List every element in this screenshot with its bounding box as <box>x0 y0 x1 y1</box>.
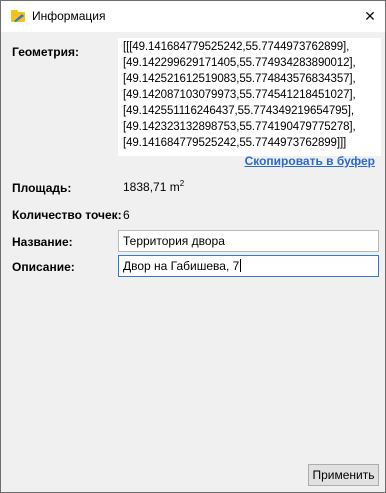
text-caret <box>240 259 242 272</box>
close-icon[interactable]: ✕ <box>355 1 385 32</box>
description-field[interactable]: Двор на Габишева, 7 <box>118 255 379 277</box>
geometry-line: [49.141684779525242,55.7744973762899]]] <box>123 137 347 149</box>
app-icon <box>10 9 26 23</box>
point-count-label: Количество точек: <box>12 208 122 222</box>
geometry-label: Геометрия: <box>12 45 80 59</box>
geometry-line: [49.142323132898753,55.774190479775278], <box>123 121 356 133</box>
point-count-value: 6 <box>123 208 130 222</box>
info-dialog: Информация ✕ Геометрия: [[[49.1416847795… <box>0 0 386 493</box>
copy-to-clipboard-link[interactable]: Скопировать в буфер <box>245 154 375 168</box>
geometry-line: [49.142087103079973,55.774541218451027], <box>123 89 356 101</box>
title-bar: Информация ✕ <box>1 1 385 32</box>
geometry-textbox[interactable]: [[[49.141684779525242,55.7744973762899],… <box>118 38 381 156</box>
apply-button[interactable]: Применить <box>308 464 379 486</box>
name-field[interactable]: Территория двора <box>118 230 379 252</box>
area-value: 1838,71 m2 <box>123 179 184 194</box>
description-field-value: Двор на Габишева, 7 <box>123 259 240 273</box>
window-title: Информация <box>32 9 106 23</box>
geometry-line: [49.142551116246437,55.774349219654795], <box>123 105 354 117</box>
geometry-line: [[[49.141684779525242,55.7744973762899], <box>123 41 350 53</box>
area-label: Площадь: <box>12 181 72 195</box>
geometry-line: [49.142299629171405,55.774934283890012], <box>123 57 356 69</box>
geometry-line: [49.142521612519083,55.774843576834357], <box>123 73 356 85</box>
name-field-value: Территория двора <box>123 234 225 248</box>
description-label: Описание: <box>12 260 75 274</box>
name-label: Название: <box>12 235 73 249</box>
area-number: 1838,71 m <box>123 180 180 194</box>
area-unit-superscript: 2 <box>179 179 185 188</box>
